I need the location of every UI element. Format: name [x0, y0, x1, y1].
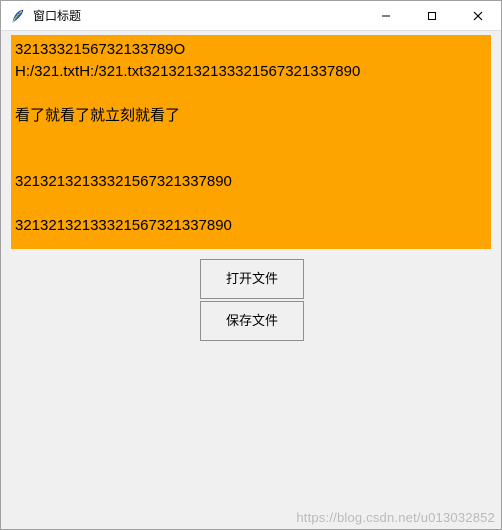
titlebar: 窗口标题	[1, 1, 501, 31]
client-area: 3213332156732133789O H:/321.txtH:/321.tx…	[1, 31, 501, 529]
app-window: 窗口标题 3213332156732133789O H:/321.txtH:/3…	[0, 0, 502, 530]
window-controls	[363, 1, 501, 30]
minimize-button[interactable]	[363, 1, 409, 30]
window-title: 窗口标题	[33, 7, 363, 24]
open-file-button[interactable]: 打开文件	[200, 259, 304, 299]
tk-feather-icon	[9, 7, 27, 25]
text-area[interactable]: 3213332156732133789O H:/321.txtH:/321.tx…	[11, 35, 491, 249]
close-button[interactable]	[455, 1, 501, 30]
maximize-button[interactable]	[409, 1, 455, 30]
save-file-button[interactable]: 保存文件	[200, 301, 304, 341]
watermark-text: https://blog.csdn.net/u013032852	[296, 510, 495, 525]
